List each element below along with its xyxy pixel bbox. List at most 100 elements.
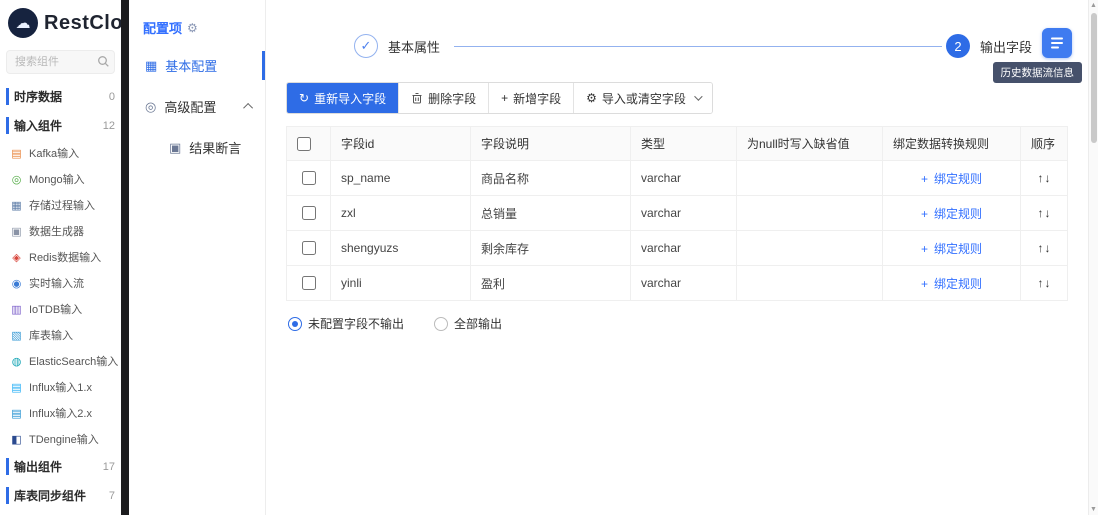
sidebar-item-table-input[interactable]: ▧ 库表输入 (0, 322, 121, 348)
move-down-icon[interactable]: ↓ (1045, 241, 1051, 255)
cell-field-id: zxl (330, 195, 471, 231)
iotdb-icon: ▥ (11, 303, 22, 316)
radio-label: 未配置字段不输出 (308, 317, 405, 331)
move-down-icon[interactable]: ↓ (1045, 276, 1051, 290)
add-field-button[interactable]: + 新增字段 (488, 83, 574, 113)
vertical-scrollbar[interactable]: ▲ ▼ (1088, 0, 1098, 515)
history-dataflow-button[interactable] (1042, 28, 1072, 58)
chevron-down-icon (694, 92, 703, 101)
influx1-icon: ▤ (11, 381, 22, 394)
row-checkbox[interactable] (301, 276, 316, 291)
basic-config-icon: ▦ (145, 57, 158, 73)
nav-item-label: 结果断言 (189, 141, 242, 156)
radio-output-all[interactable]: 全部输出 (434, 315, 502, 332)
button-label: 删除字段 (428, 91, 477, 106)
cell-null-default[interactable] (736, 230, 883, 266)
nav-item-basic-config[interactable]: ▦ 基本配置 (129, 45, 265, 86)
step2-label: 输出字段 (979, 39, 1032, 55)
scrollbar-thumb[interactable] (1090, 13, 1097, 143)
row-checkbox[interactable] (301, 241, 316, 256)
table-row: yinli 盈利 varchar + 绑定规则 ↑↓ (286, 265, 1068, 301)
sidebar-group-output[interactable]: 输出组件 17 (0, 452, 121, 481)
sidebar-item-realtime-stream[interactable]: ◉ 实时输入流 (0, 270, 121, 296)
group-label: 库表同步组件 (6, 487, 86, 504)
step2-circle: 2 (945, 34, 970, 58)
scroll-up-icon[interactable]: ▲ (1089, 2, 1098, 9)
sidebar-item-influx1-input[interactable]: ▤ Influx输入1.x (0, 374, 121, 400)
bind-rule-link[interactable]: + 绑定规则 (921, 207, 982, 221)
nav-item-advanced-config[interactable]: ◎ 高级配置 (129, 86, 265, 127)
cell-null-default[interactable] (736, 160, 883, 196)
cell-field-desc: 总销量 (470, 195, 631, 231)
reimport-fields-button[interactable]: ↻ 重新导入字段 (287, 83, 399, 113)
cell-null-default[interactable] (736, 195, 883, 231)
radio-not-configured-no-output[interactable]: 未配置字段不输出 (288, 315, 404, 332)
sidebar-item-elasticsearch-input[interactable]: ◍ ElasticSearch输入 (0, 348, 121, 374)
table-row: shengyuzs 剩余库存 varchar + 绑定规则 ↑↓ (286, 230, 1068, 266)
delete-fields-button[interactable]: 删除字段 (398, 83, 489, 113)
bind-rule-label: 绑定规则 (934, 241, 983, 256)
bind-rule-link[interactable]: + 绑定规则 (921, 172, 982, 186)
sidebar-item-mongo-input[interactable]: ◎ Mongo输入 (0, 166, 121, 192)
cell-type: varchar (630, 195, 737, 231)
select-all-checkbox[interactable] (297, 136, 311, 151)
move-up-icon[interactable]: ↑ (1038, 276, 1044, 290)
sidebar-group-data-compute[interactable]: 数据运算组件 17 (0, 510, 121, 515)
sidebar-group-input[interactable]: 输入组件 12 (0, 111, 121, 140)
row-checkbox[interactable] (301, 171, 316, 186)
result-assertion-icon: ▣ (169, 139, 182, 155)
col-header-bind-rule: 绑定数据转换规则 (882, 126, 1021, 161)
stepper: ✓ 基本属性 2 输出字段 (354, 34, 1042, 58)
field-toolbar: ↻ 重新导入字段 删除字段 + 新增字段 ⚙ 导入或清空字段 (286, 82, 713, 114)
cell-field-id: yinli (330, 265, 471, 301)
cell-null-default[interactable] (736, 265, 883, 301)
move-up-icon[interactable]: ↑ (1038, 171, 1044, 185)
move-down-icon[interactable]: ↓ (1045, 206, 1051, 220)
table-row: zxl 总销量 varchar + 绑定规则 ↑↓ (286, 195, 1068, 231)
radio-label: 全部输出 (454, 317, 503, 331)
import-or-clear-fields-button[interactable]: ⚙ 导入或清空字段 (573, 83, 712, 113)
move-up-icon[interactable]: ↑ (1038, 206, 1044, 220)
group-count-badge: 7 (108, 489, 115, 502)
scroll-down-icon[interactable]: ▼ (1089, 506, 1098, 513)
group-label: 输出组件 (6, 458, 62, 475)
redis-icon: ◈ (12, 251, 21, 264)
radio-selected-icon (288, 316, 302, 331)
sidebar-item-influx2-input[interactable]: ▤ Influx输入2.x (0, 400, 121, 426)
bind-rule-link[interactable]: + 绑定规则 (921, 242, 982, 256)
stepper-connector (454, 45, 942, 47)
plus-icon: + (920, 206, 928, 221)
col-header-type: 类型 (630, 126, 737, 161)
sidebar-item-kafka-input[interactable]: ▤ Kafka输入 (0, 140, 121, 166)
item-label: 数据生成器 (29, 226, 84, 238)
item-label: 库表输入 (29, 330, 73, 342)
data-generator-icon: ▣ (11, 225, 22, 238)
group-label: 时序数据 (6, 88, 62, 105)
sidebar-group-timeseries[interactable]: 时序数据 0 (0, 82, 121, 111)
button-label: 导入或清空字段 (601, 91, 686, 106)
move-down-icon[interactable]: ↓ (1045, 171, 1051, 185)
sidebar-group-table-sync[interactable]: 库表同步组件 7 (0, 481, 121, 510)
sidebar-item-redis-input[interactable]: ◈ Redis数据输入 (0, 244, 121, 270)
elasticsearch-icon: ◍ (11, 355, 22, 368)
cell-field-id: sp_name (330, 160, 471, 196)
radio-unselected-icon (434, 316, 449, 331)
logo: ☁ RestClo (0, 0, 121, 44)
move-up-icon[interactable]: ↑ (1038, 241, 1044, 255)
nav-item-result-assertion[interactable]: ▣ 结果断言 (129, 127, 265, 168)
nav-item-label: 高级配置 (164, 100, 217, 115)
item-label: IoTDB输入 (29, 304, 83, 316)
cell-type: varchar (630, 265, 737, 301)
sidebar-item-iotdb-input[interactable]: ▥ IoTDB输入 (0, 296, 121, 322)
sidebar-item-data-generator[interactable]: ▣ 数据生成器 (0, 218, 121, 244)
sidebar-item-storedproc-input[interactable]: ▦ 存储过程输入 (0, 192, 121, 218)
collapsed-panel-strip[interactable] (121, 0, 129, 515)
gear-icon: ⚙ (187, 20, 198, 35)
nav-item-label: 基本配置 (165, 59, 218, 74)
mongo-icon: ◎ (11, 173, 22, 186)
sidebar-item-tdengine-input[interactable]: ◧ TDengine输入 (0, 426, 121, 452)
config-nav-panel: 配置项 ⚙ ▦ 基本配置 ◎ 高级配置 ▣ 结果断言 (129, 0, 266, 515)
row-checkbox[interactable] (301, 206, 316, 221)
bind-rule-link[interactable]: + 绑定规则 (921, 277, 982, 291)
cell-field-desc: 剩余库存 (470, 230, 631, 266)
